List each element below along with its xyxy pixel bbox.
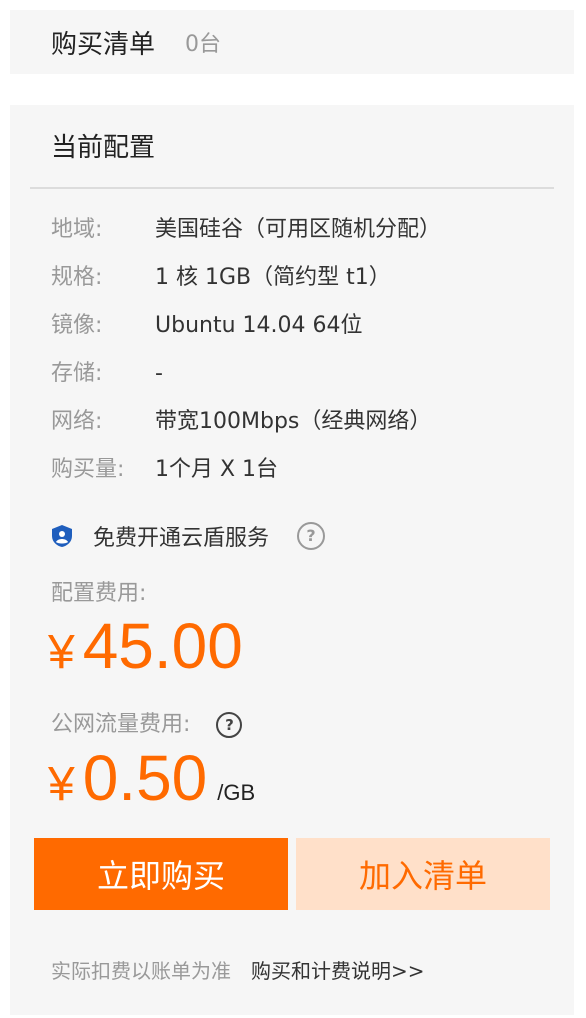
config-fee-price: ¥45.00 — [48, 609, 243, 683]
cloud-shield-label: 免费开通云盾服务 — [93, 526, 270, 551]
spec-row-network: 网络: 带宽100Mbps（经典网络） — [51, 407, 431, 437]
currency-symbol: ¥ — [48, 758, 75, 811]
spec-label: 地域: — [51, 217, 103, 242]
purchase-list-count: 0台 — [185, 32, 222, 57]
config-fee-amount: 45.00 — [82, 610, 243, 682]
spec-value: 美国硅谷（可用区随机分配） — [155, 217, 442, 242]
traffic-fee-unit: /GB — [217, 780, 256, 805]
traffic-fee-label: 公网流量费用: — [51, 712, 191, 737]
spec-label: 购买量: — [51, 457, 125, 482]
add-to-list-button[interactable]: 加入清单 — [296, 838, 550, 910]
spec-row-region: 地域: 美国硅谷（可用区随机分配） — [51, 215, 441, 245]
spec-value: Ubuntu 14.04 64位 — [155, 313, 363, 338]
spec-value: - — [155, 361, 163, 386]
help-icon[interactable]: ? — [216, 712, 243, 738]
spec-value: 1 核 1GB（简约型 t1） — [155, 265, 391, 290]
spec-value: 1个月 X 1台 — [155, 457, 279, 482]
spec-row-instance-type: 规格: 1 核 1GB（简约型 t1） — [51, 263, 391, 293]
spec-row-image: 镜像: Ubuntu 14.04 64位 — [51, 311, 363, 341]
config-fee-label: 配置费用: — [51, 581, 147, 606]
spec-label: 镜像: — [51, 313, 103, 338]
cloud-shield-option: 免费开通云盾服务 ? — [51, 520, 326, 552]
shield-icon — [52, 525, 72, 547]
help-icon[interactable]: ? — [297, 522, 326, 550]
footer: 实际扣费以账单为准 购买和计费说明>> — [51, 955, 425, 984]
divider — [30, 187, 554, 189]
spec-label: 网络: — [51, 409, 103, 434]
purchase-list-title: 购买清单 — [51, 29, 156, 60]
traffic-fee-price: ¥0.50/GB — [48, 741, 255, 815]
spec-row-quantity: 购买量: 1个月 X 1台 — [51, 455, 278, 485]
billing-note: 实际扣费以账单为准 — [51, 959, 231, 983]
traffic-fee-amount: 0.50 — [82, 742, 208, 814]
current-config-panel: 当前配置 地域: 美国硅谷（可用区随机分配） 规格: 1 核 1GB（简约型 t1）… — [10, 105, 574, 1015]
spec-label: 存储: — [51, 361, 103, 386]
purchase-list-bar[interactable]: 购买清单 0台 — [10, 10, 574, 74]
spec-row-storage: 存储: - — [51, 359, 163, 389]
traffic-fee-label-row: 公网流量费用:? — [51, 706, 243, 738]
billing-info-link[interactable]: 购买和计费说明>> — [251, 959, 425, 983]
spec-label: 规格: — [51, 265, 103, 290]
panel-title: 当前配置 — [51, 133, 156, 163]
buy-now-button[interactable]: 立即购买 — [34, 838, 288, 910]
currency-symbol: ¥ — [48, 626, 75, 679]
spec-value: 带宽100Mbps（经典网络） — [155, 409, 432, 434]
